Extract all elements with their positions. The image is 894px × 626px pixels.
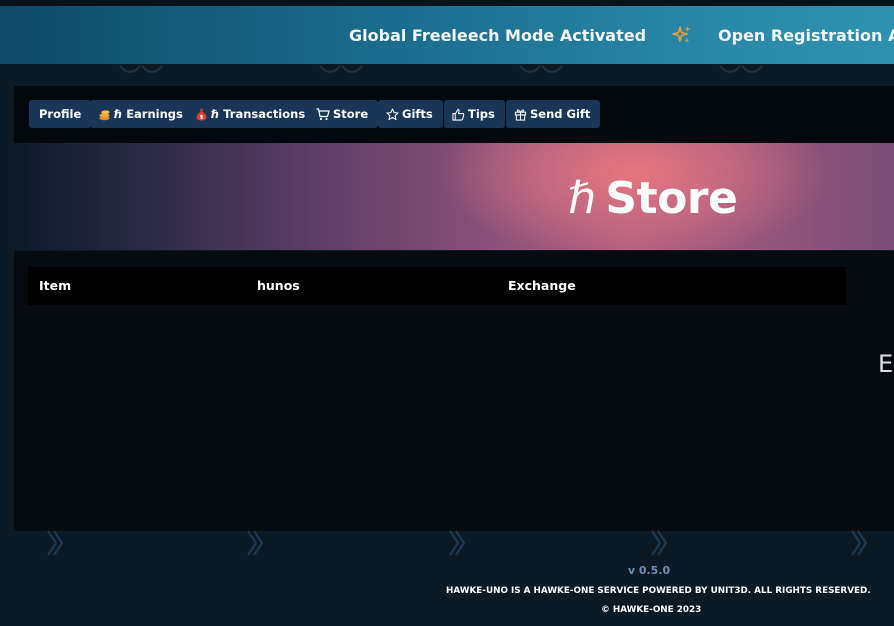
nav-earnings-button[interactable]: ℏ Earnings [90, 100, 193, 128]
column-header-hunos: hunos [257, 278, 300, 293]
background-pattern-icon [719, 65, 763, 73]
chevron-decor-icon [851, 530, 868, 556]
ticker-item-registration: Open Registration Activated [718, 25, 894, 45]
nav-button-label: ℏ Transactions [211, 107, 306, 121]
nav-button-label: Send Gift [530, 107, 591, 121]
thumbs-up-icon [452, 108, 465, 121]
hunos-symbol: ℏ [568, 173, 596, 224]
column-header-exchange: Exchange [508, 278, 576, 293]
nav-tips-button[interactable]: Tips [444, 100, 505, 128]
chevron-decor-icon [651, 530, 668, 556]
page-title-text: Store [605, 173, 738, 224]
chevron-decor-icon [47, 530, 64, 556]
footer-powered-by: HAWKE-UNO IS A HAWKE-ONE SERVICE POWERED… [446, 586, 871, 596]
nav-profile-button[interactable]: Profile [29, 100, 92, 128]
nav-button-label: Gifts [402, 107, 433, 121]
star-icon [386, 107, 399, 120]
background-pattern-icon [519, 65, 563, 73]
nav-gifts-button[interactable]: Gifts [378, 100, 443, 128]
background-pattern-icon [119, 65, 163, 73]
nav-button-label: Profile [39, 107, 82, 121]
sparkles-icon [672, 25, 692, 45]
ticker-item-freeleech: Global Freeleech Mode Activated [349, 25, 647, 45]
column-header-item: Item [39, 278, 72, 293]
coins-icon [99, 109, 110, 120]
gift-icon [514, 108, 527, 121]
store-table-header: Item hunos Exchange [28, 267, 846, 305]
footer-copyright: © HAWKE-ONE 2023 [601, 605, 702, 615]
store-header-banner: ℏ Store [14, 143, 894, 250]
nav-store-button[interactable]: Store [308, 100, 379, 128]
money-bag-icon: $ [196, 108, 207, 120]
announcement-ticker: Global Freeleech Mode Activated Open Reg… [0, 6, 894, 64]
nav-transactions-button[interactable]: $ ℏ Transactions [187, 100, 316, 128]
chevron-decor-icon [449, 530, 466, 556]
chevron-decor-icon [247, 530, 264, 556]
nav-send-gift-button[interactable]: Send Gift [506, 100, 601, 128]
nav-button-label: Store [333, 107, 369, 121]
nav-button-label: Tips [468, 107, 495, 121]
nav-button-label: ℏ Earnings [114, 107, 183, 121]
cart-icon [316, 107, 330, 120]
background-pattern-icon [319, 65, 363, 73]
clipped-text: E [878, 350, 894, 378]
page-title: ℏ Store [568, 173, 738, 224]
svg-text:$: $ [200, 114, 204, 120]
user-nav-bar: Profile ℏ Earnings $ ℏ Transactions Stor… [14, 86, 894, 143]
footer-version: v 0.5.0 [627, 564, 671, 577]
store-panel: Item hunos Exchange E [14, 251, 894, 531]
